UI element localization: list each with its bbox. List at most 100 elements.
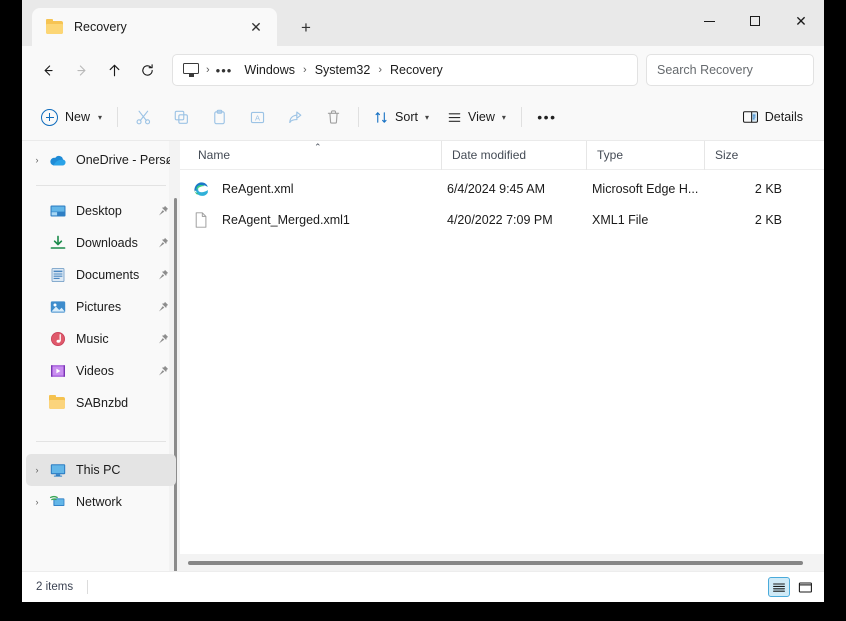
file-list-pane: ⌃ Name Date modified Type Size ReAgent.x… <box>180 140 824 571</box>
chevron-right-icon[interactable]: › <box>26 465 48 475</box>
sidebar-item-documents[interactable]: Documents <box>26 259 176 291</box>
cut-button[interactable] <box>124 101 162 133</box>
plus-icon <box>41 108 58 126</box>
pin-icon[interactable] <box>157 237 170 249</box>
sort-icon <box>375 111 387 123</box>
more-options-button[interactable]: ••• <box>528 101 566 133</box>
rename-button[interactable]: A <box>238 101 276 133</box>
sort-button[interactable]: Sort ▾ <box>365 101 438 133</box>
horizontal-scrollbar-track[interactable] <box>180 554 824 571</box>
breadcrumb-overflow-button[interactable]: ••• <box>211 63 238 78</box>
tab-strip: Recovery ✕ + ✕ <box>22 0 824 46</box>
command-bar: New ▾ A Sort ▾ View ▾ ••• Details <box>22 94 824 141</box>
sidebar-item-network[interactable]: › Network <box>26 486 176 518</box>
svg-text:A: A <box>255 113 261 122</box>
delete-button[interactable] <box>314 101 352 133</box>
tab-title: Recovery <box>74 20 127 34</box>
sidebar-item-downloads[interactable]: Downloads <box>26 227 176 259</box>
breadcrumb-recovery[interactable]: Recovery <box>383 59 450 81</box>
file-type: XML1 File <box>592 213 649 227</box>
breadcrumb-system32[interactable]: System32 <box>308 59 378 81</box>
navigation-pane: › OneDrive - Persø Desktop Downloads Doc… <box>22 141 180 571</box>
sidebar-item-label: Videos <box>76 364 114 378</box>
large-icons-view-toggle[interactable] <box>794 577 816 597</box>
details-view-toggle[interactable] <box>768 577 790 597</box>
search-placeholder: Search Recovery <box>657 63 753 77</box>
close-window-button[interactable]: ✕ <box>778 0 824 42</box>
details-pane-icon <box>742 111 758 123</box>
pin-icon[interactable] <box>157 301 170 313</box>
status-divider <box>87 580 89 594</box>
minimize-button[interactable] <box>686 0 732 42</box>
column-header-name[interactable]: ⌃ Name <box>188 141 441 170</box>
window-controls: ✕ <box>686 0 824 42</box>
tab-recovery[interactable]: Recovery ✕ <box>32 8 277 46</box>
documents-icon <box>48 266 68 284</box>
copy-button[interactable] <box>162 101 200 133</box>
table-row[interactable]: ReAgent_Merged.xml1 4/20/2022 7:09 PM XM… <box>184 205 818 235</box>
details-pane-button[interactable]: Details <box>733 101 812 133</box>
sidebar-item-label: Pictures <box>76 300 122 314</box>
sidebar-item-desktop[interactable]: Desktop <box>26 195 176 227</box>
forward-button[interactable] <box>65 54 98 86</box>
share-button[interactable] <box>276 101 314 133</box>
view-icon <box>448 112 461 122</box>
file-name: ReAgent_Merged.xml1 <box>222 213 350 227</box>
column-header-date-modified[interactable]: Date modified <box>441 140 586 170</box>
sidebar-divider <box>36 185 166 186</box>
toolbar-divider <box>117 107 119 127</box>
file-date-modified: 6/4/2024 9:45 AM <box>447 182 545 196</box>
new-button[interactable]: New ▾ <box>34 101 111 133</box>
desktop-icon <box>48 202 68 220</box>
view-button-label: View <box>467 110 495 124</box>
file-size: 2 KB <box>754 182 782 196</box>
sidebar-item-label: Music <box>76 332 109 346</box>
back-button[interactable] <box>32 54 65 86</box>
file-size: 2 KB <box>754 213 782 227</box>
paste-button[interactable] <box>200 101 238 133</box>
search-input[interactable]: Search Recovery <box>646 54 814 86</box>
pin-icon[interactable] <box>157 205 170 217</box>
downloads-icon <box>48 234 68 252</box>
pin-icon[interactable] <box>157 365 170 377</box>
this-pc-icon <box>48 461 68 479</box>
sidebar-item-music[interactable]: Music <box>26 323 176 355</box>
sidebar-item-this-pc[interactable]: › This PC <box>26 454 176 486</box>
explorer-body: › OneDrive - Persø Desktop Downloads Doc… <box>22 140 824 571</box>
breadcrumb-windows[interactable]: Windows <box>237 59 302 81</box>
file-date-modified: 4/20/2022 7:09 PM <box>447 213 553 227</box>
folder-icon <box>48 394 68 412</box>
column-headers: ⌃ Name Date modified Type Size <box>180 140 824 170</box>
new-button-label: New <box>65 110 91 124</box>
table-row[interactable]: ReAgent.xml 6/4/2024 9:45 AM Microsoft E… <box>184 174 818 204</box>
music-icon <box>48 330 68 348</box>
sidebar-item-sabnzbd[interactable]: SABnzbd <box>26 387 176 419</box>
file-explorer-window: Recovery ✕ + ✕ › ••• Windows › System32 … <box>22 0 824 602</box>
up-button[interactable] <box>98 54 131 86</box>
status-bar: 2 items <box>22 571 824 602</box>
column-header-size[interactable]: Size <box>704 140 794 170</box>
sidebar-item-onedrive[interactable]: › OneDrive - Persø <box>26 144 176 176</box>
column-header-label: Type <box>597 148 624 162</box>
chevron-right-icon[interactable]: › <box>26 497 48 507</box>
details-pane-label: Details <box>764 110 803 124</box>
sidebar-item-pictures[interactable]: Pictures <box>26 291 176 323</box>
column-header-type[interactable]: Type <box>586 140 704 170</box>
column-header-label: Date modified <box>452 148 527 162</box>
refresh-button[interactable] <box>131 54 164 86</box>
horizontal-scrollbar-thumb[interactable] <box>188 560 804 565</box>
sidebar-item-label: Network <box>76 495 122 509</box>
onedrive-icon <box>48 151 68 169</box>
maximize-button[interactable] <box>732 0 778 42</box>
sidebar-item-label: Documents <box>76 268 140 282</box>
pin-icon[interactable] <box>157 269 170 281</box>
new-tab-button[interactable]: + <box>291 12 321 42</box>
pin-icon[interactable] <box>157 333 170 345</box>
chevron-down-icon: ▾ <box>501 112 506 122</box>
sidebar-item-videos[interactable]: Videos <box>26 355 176 387</box>
chevron-right-icon[interactable]: › <box>26 155 48 165</box>
address-bar[interactable]: › ••• Windows › System32 › Recovery <box>172 54 638 86</box>
close-tab-icon[interactable]: ✕ <box>243 14 269 40</box>
file-name: ReAgent.xml <box>222 182 294 196</box>
view-button[interactable]: View ▾ <box>438 101 515 133</box>
